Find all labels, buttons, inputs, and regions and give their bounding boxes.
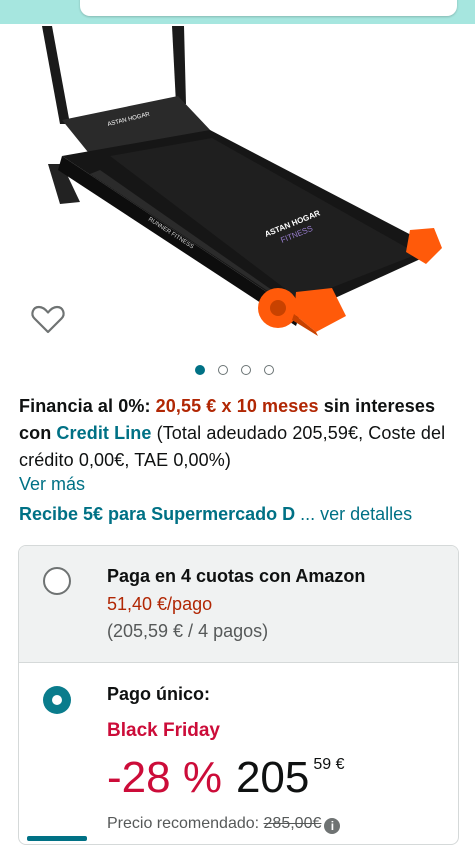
promo-offer[interactable]: Recibe 5€ para Supermercado D (19, 504, 295, 524)
price-fraction: 59 € (313, 756, 345, 773)
ver-mas-link[interactable]: Ver más (19, 474, 85, 495)
price-row: -28 % 205 59 € (107, 750, 345, 806)
installments-radio[interactable] (43, 567, 71, 595)
installments-price: 51,40 €/pago (107, 594, 213, 614)
promo-line[interactable]: Recibe 5€ para Supermercado D ... ver de… (19, 504, 412, 525)
installments-title: Paga en 4 cuotas con Amazon (107, 566, 366, 586)
recommended-price: Precio recomendado: 285,00€ i (107, 815, 341, 834)
single-payment-title: Pago único: (107, 684, 210, 704)
financing-installment: 20,55 € x 10 meses (155, 396, 319, 416)
heart-outline-icon[interactable] (30, 303, 66, 335)
carousel-dot[interactable] (218, 365, 228, 375)
carousel-dot[interactable] (241, 365, 251, 375)
financing-info: Financia al 0%: 20,55 € x 10 meses sin i… (19, 393, 464, 474)
search-box-edge[interactable] (80, 0, 457, 16)
financing-label: Financia al 0%: (19, 396, 151, 416)
credit-line-link[interactable]: Credit Line (56, 423, 151, 443)
payment-options: Paga en 4 cuotas con Amazon 51,40 €/pago… (18, 545, 459, 845)
product-image[interactable]: ASTAN HOGAR ASTAN HOGAR FITNESS RUNNER F… (0, 24, 475, 346)
rrp-value: 285,00€ (263, 815, 322, 832)
info-icon[interactable]: i (324, 818, 341, 834)
price-whole: 205 (235, 753, 310, 802)
single-payment-radio[interactable] (43, 686, 71, 714)
carousel-indicator (195, 365, 274, 375)
carousel-dot-active[interactable] (195, 365, 205, 375)
promo-details-link[interactable]: ... ver detalles (295, 504, 412, 524)
carousel-dot[interactable] (264, 365, 274, 375)
deal-badge: Black Friday (107, 720, 220, 741)
discount-percent: -28 % (107, 753, 222, 802)
bottom-indicator (27, 836, 87, 841)
top-bar (0, 0, 475, 24)
option-installments[interactable]: Paga en 4 cuotas con Amazon 51,40 €/pago… (19, 546, 458, 663)
rrp-label: Precio recomendado: (107, 815, 264, 832)
installments-summary: (205,59 € / 4 pagos) (107, 621, 269, 641)
